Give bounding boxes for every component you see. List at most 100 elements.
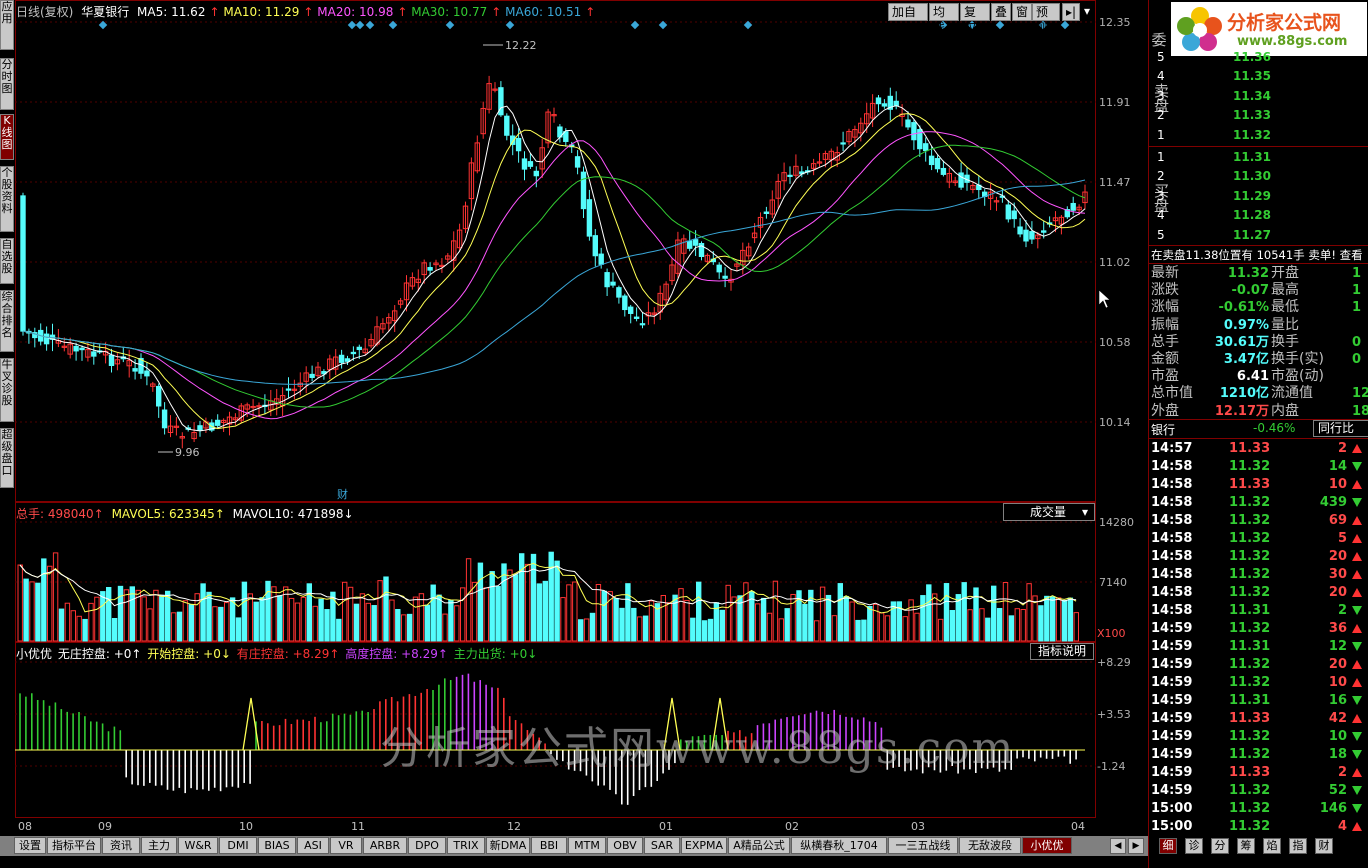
indicator-tab[interactable]: W&R xyxy=(178,837,218,854)
indicator-tab[interactable]: VR xyxy=(330,837,362,854)
order-book-row[interactable]: 1 11.31 xyxy=(1149,150,1368,169)
arrow-up-icon xyxy=(1352,678,1362,687)
order-book-row[interactable]: 1 11.32 xyxy=(1149,128,1368,147)
volume-bar xyxy=(442,613,448,642)
indicator-tab[interactable]: SAR xyxy=(644,837,680,854)
order-book-row[interactable]: 4 11.35 xyxy=(1149,69,1368,88)
tick-price: 11.32 xyxy=(1229,621,1271,636)
order-book-row[interactable]: 4 11.28 xyxy=(1149,208,1368,227)
arrow-up-icon xyxy=(1352,822,1362,831)
indicator-tab[interactable]: 一三五战线 xyxy=(888,837,958,854)
indicator-tab[interactable]: 指标平台 xyxy=(47,837,101,854)
indicator-tab[interactable]: BIAS xyxy=(258,837,296,854)
volume-bar xyxy=(477,562,484,642)
toolbar-button[interactable]: 均线 xyxy=(929,3,959,35)
toolbar-button[interactable]: 预测 xyxy=(1032,3,1060,35)
scroll-left-icon[interactable]: ◀ xyxy=(1110,838,1126,854)
volume-indicator-select[interactable]: 成交量 ▾ xyxy=(1003,503,1095,521)
left-nav-item[interactable]: 个股资料 xyxy=(0,166,14,232)
right-panel-tab[interactable]: 分 xyxy=(1211,838,1229,854)
arrow-down-icon xyxy=(1352,606,1362,615)
indicator-tab[interactable]: A精品公式 xyxy=(728,837,790,854)
right-panel-tab[interactable]: 财 xyxy=(1315,838,1333,854)
indicator-tab[interactable]: ASI xyxy=(297,837,329,854)
toolbar-button[interactable]: 加自选 xyxy=(888,3,928,35)
indicator-tab[interactable]: 新DMA xyxy=(486,837,530,854)
right-panel-tab[interactable]: 筹 xyxy=(1237,838,1255,854)
volume-bar xyxy=(170,612,177,642)
indicator-tab[interactable]: MTM xyxy=(568,837,606,854)
indicator-help-button[interactable]: 指标说明 xyxy=(1030,643,1094,660)
left-nav-item[interactable]: 分时图 xyxy=(0,58,14,110)
indicator-tab[interactable]: 纵横春秋_1704 xyxy=(791,837,887,854)
candle-body xyxy=(43,333,50,345)
volume-bar xyxy=(471,581,478,642)
order-book-row[interactable]: 5 11.27 xyxy=(1149,228,1368,247)
volume-bar xyxy=(224,602,230,642)
tick-time: 14:59 xyxy=(1151,639,1193,654)
order-book-row[interactable]: 2 11.30 xyxy=(1149,169,1368,188)
order-book-row[interactable]: 3 11.29 xyxy=(1149,189,1368,208)
indicator-tab[interactable]: 主力 xyxy=(141,837,177,854)
volume-bar xyxy=(430,584,436,642)
order-book-row[interactable]: 2 11.33 xyxy=(1149,108,1368,127)
indicator-tab[interactable]: BBI xyxy=(531,837,567,854)
indicator-tab[interactable]: 无敌波段 xyxy=(959,837,1021,854)
volume-bar xyxy=(825,594,832,642)
toolbar-button[interactable]: 复权 xyxy=(960,3,990,35)
volume-bar xyxy=(336,618,342,642)
toolbar-button[interactable]: 窗 xyxy=(1012,3,1032,21)
right-panel-tab[interactable]: 指 xyxy=(1289,838,1307,854)
stat-k1: 振幅 xyxy=(1151,316,1179,333)
tick-volume: 2 xyxy=(1337,603,1347,618)
tick-row: 14:59 11.32 36 xyxy=(1149,620,1367,638)
left-nav-item[interactable]: K线图 xyxy=(0,114,14,160)
candle-body xyxy=(1029,231,1035,240)
scroll-right-icon[interactable]: ▶ xyxy=(1128,838,1144,854)
left-nav-item[interactable]: 牛叉诊股 xyxy=(0,358,14,422)
indicator-tab[interactable]: 设置 xyxy=(14,837,46,854)
order-book-row[interactable]: 3 11.34 xyxy=(1149,89,1368,108)
volume-bar xyxy=(111,618,118,642)
indicator-tab[interactable]: DMI xyxy=(219,837,257,854)
stat-k2: 最低 xyxy=(1271,299,1299,316)
volume-bar xyxy=(507,569,513,642)
indicator-tab[interactable]: TRIX xyxy=(447,837,485,854)
indicator-tab[interactable]: 资讯 xyxy=(102,837,140,854)
indicator-tab[interactable]: DPO xyxy=(408,837,446,854)
left-nav-item[interactable]: 自选股 xyxy=(0,238,14,284)
tick-row: 14:58 11.32 20 xyxy=(1149,584,1367,602)
chevron-down-icon[interactable]: ▾ xyxy=(1081,3,1095,21)
candle-body xyxy=(692,239,699,246)
indicator-tab[interactable]: 小优优 xyxy=(1022,837,1072,854)
stat-k2: 市盈(动) xyxy=(1271,368,1324,385)
indicator-tab[interactable]: OBV xyxy=(607,837,643,854)
event-diamond-icon xyxy=(995,20,1005,30)
period-label[interactable]: 日线(复权) xyxy=(16,5,73,19)
volume-bar xyxy=(200,583,206,642)
date-axis-label: 01 xyxy=(659,820,673,833)
indicator-tab[interactable]: EXPMA xyxy=(681,837,727,854)
stat-k1: 总市值 xyxy=(1151,385,1193,402)
volume-bar xyxy=(701,620,708,642)
toolbar-button[interactable]: 叠 xyxy=(991,3,1011,21)
volume-bar xyxy=(937,618,944,642)
kline-chart-svg: 12.22 9.96 财 xyxy=(15,20,1111,805)
peer-compare-button[interactable]: 同行比 xyxy=(1313,420,1368,437)
right-panel-tab[interactable]: 细 xyxy=(1159,838,1177,854)
tick-volume: 12 xyxy=(1328,639,1347,654)
left-nav-item[interactable]: 综合排名 xyxy=(0,290,14,352)
volume-bar xyxy=(277,595,283,642)
candle-body xyxy=(350,351,357,355)
large-order-notice[interactable]: 在卖盘11.38位置有 10541手 卖单! 查看 xyxy=(1151,247,1363,263)
indicator-tab[interactable]: ARBR xyxy=(363,837,407,854)
candle-body xyxy=(763,211,770,214)
left-nav-item[interactable]: 应用 xyxy=(0,0,14,50)
toolbar-nav-icon[interactable]: ▸| xyxy=(1062,3,1080,21)
sector-name[interactable]: 银行 xyxy=(1151,421,1175,438)
right-panel-tab[interactable]: 焰 xyxy=(1263,838,1281,854)
right-panel-tab[interactable]: 诊 xyxy=(1185,838,1203,854)
left-nav-item[interactable]: 超级盘口 xyxy=(0,428,14,488)
order-book-row[interactable]: 5 11.36 xyxy=(1149,50,1368,69)
arrow-up-icon xyxy=(1352,588,1362,597)
